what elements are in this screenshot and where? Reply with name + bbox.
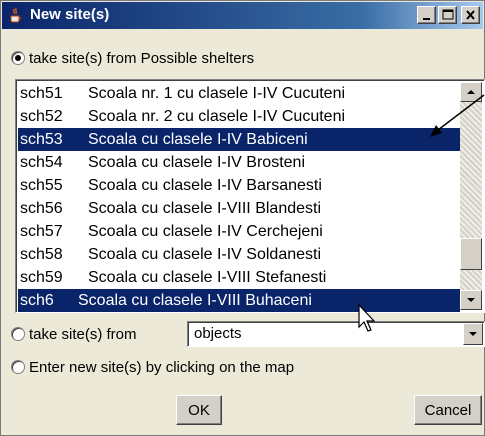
- site-name: Scoala nr. 1 cu clasele I-IV Cucuteni: [88, 85, 346, 102]
- list-item[interactable]: sch55 Scoala cu clasele I-IV Barsanesti: [18, 174, 460, 197]
- maximize-button[interactable]: [438, 6, 457, 24]
- sites-listbox[interactable]: sch51 Scoala nr. 1 cu clasele I-IV Cucute…: [15, 79, 485, 313]
- radio-possible-shelters[interactable]: [11, 51, 25, 65]
- close-button[interactable]: [461, 6, 480, 24]
- arrow-down-icon: [467, 298, 475, 302]
- site-name: Scoala cu clasele I-IV Soldanesti: [88, 246, 322, 263]
- source-combo[interactable]: objects: [187, 321, 485, 347]
- option-take-from[interactable]: take site(s) from: [11, 323, 137, 345]
- java-cup-icon: [10, 7, 21, 23]
- site-id: sch53: [20, 131, 63, 148]
- site-id: sch52: [20, 108, 63, 125]
- list-item[interactable]: sch56 Scoala cu clasele I-VIII Blandesti: [18, 197, 460, 220]
- combo-dropdown-button[interactable]: [463, 323, 483, 345]
- option-enter-on-map-label: Enter new site(s) by clicking on the map: [29, 358, 295, 376]
- cancel-button-label: Cancel: [424, 401, 472, 419]
- site-id: sch54: [20, 154, 63, 171]
- new-sites-dialog: New site(s) take site(s) from Possible s…: [0, 0, 485, 436]
- site-id: sch55: [20, 177, 63, 194]
- source-combo-value: objects: [194, 325, 242, 342]
- site-name: Scoala cu clasele I-IV Brosteni: [88, 154, 305, 171]
- cancel-button[interactable]: Cancel: [414, 395, 482, 425]
- option-enter-on-map[interactable]: Enter new site(s) by clicking on the map: [11, 356, 294, 378]
- site-id: sch57: [20, 223, 63, 240]
- site-id: sch59: [20, 269, 63, 286]
- list-item[interactable]: sch6 Scoala cu clasele I-VIII Buhaceni: [18, 289, 460, 312]
- ok-button[interactable]: OK: [176, 395, 222, 425]
- site-name: Scoala cu clasele I-VIII Buhaceni: [78, 292, 312, 309]
- site-name: Scoala cu clasele I-IV Babiceni: [88, 131, 308, 148]
- ok-button-label: OK: [188, 401, 210, 419]
- option-take-from-label: take site(s) from: [29, 325, 137, 343]
- site-id: sch58: [20, 246, 63, 263]
- maximize-icon: [442, 9, 454, 20]
- site-id: sch6: [20, 292, 54, 309]
- minimize-icon: [423, 18, 430, 20]
- option-possible-shelters-label: take site(s) from Possible shelters: [29, 49, 255, 67]
- list-item[interactable]: sch52 Scoala nr. 2 cu clasele I-IV Cucute…: [18, 105, 460, 128]
- list-item[interactable]: sch59 Scoala cu clasele I-VIII Stefanesti: [18, 266, 460, 289]
- site-name: Scoala cu clasele I-IV Cerchejeni: [88, 223, 323, 240]
- site-name: Scoala cu clasele I-VIII Blandesti: [88, 200, 322, 217]
- scroll-thumb[interactable]: [460, 238, 482, 270]
- option-possible-shelters[interactable]: take site(s) from Possible shelters: [11, 47, 254, 69]
- window-title: New site(s): [30, 6, 110, 23]
- list-item[interactable]: sch54 Scoala cu clasele I-IV Brosteni: [18, 151, 460, 174]
- close-icon: [466, 10, 475, 20]
- minimize-button[interactable]: [417, 6, 436, 24]
- list-item[interactable]: sch57 Scoala cu clasele I-IV Cerchejeni: [18, 220, 460, 243]
- scroll-down-button[interactable]: [460, 290, 482, 310]
- mouse-cursor-icon: [358, 303, 376, 332]
- list-item[interactable]: sch51 Scoala nr. 1 cu clasele I-IV Cucute…: [18, 82, 460, 105]
- list-item[interactable]: sch53 Scoala cu clasele I-IV Babiceni: [18, 128, 460, 151]
- list-item[interactable]: sch58 Scoala cu clasele I-IV Soldanesti: [18, 243, 460, 266]
- site-id: sch51: [20, 85, 63, 102]
- title-bar[interactable]: New site(s): [2, 2, 483, 29]
- site-name: Scoala cu clasele I-VIII Stefanesti: [88, 269, 327, 286]
- site-id: sch56: [20, 200, 63, 217]
- site-name: Scoala cu clasele I-IV Barsanesti: [88, 177, 322, 194]
- radio-take-from[interactable]: [11, 327, 25, 341]
- chevron-down-icon: [469, 332, 477, 336]
- site-name: Scoala nr. 2 cu clasele I-IV Cucuteni: [88, 108, 346, 125]
- radio-enter-on-map[interactable]: [11, 360, 25, 374]
- annotation-arrow-icon: [430, 94, 485, 137]
